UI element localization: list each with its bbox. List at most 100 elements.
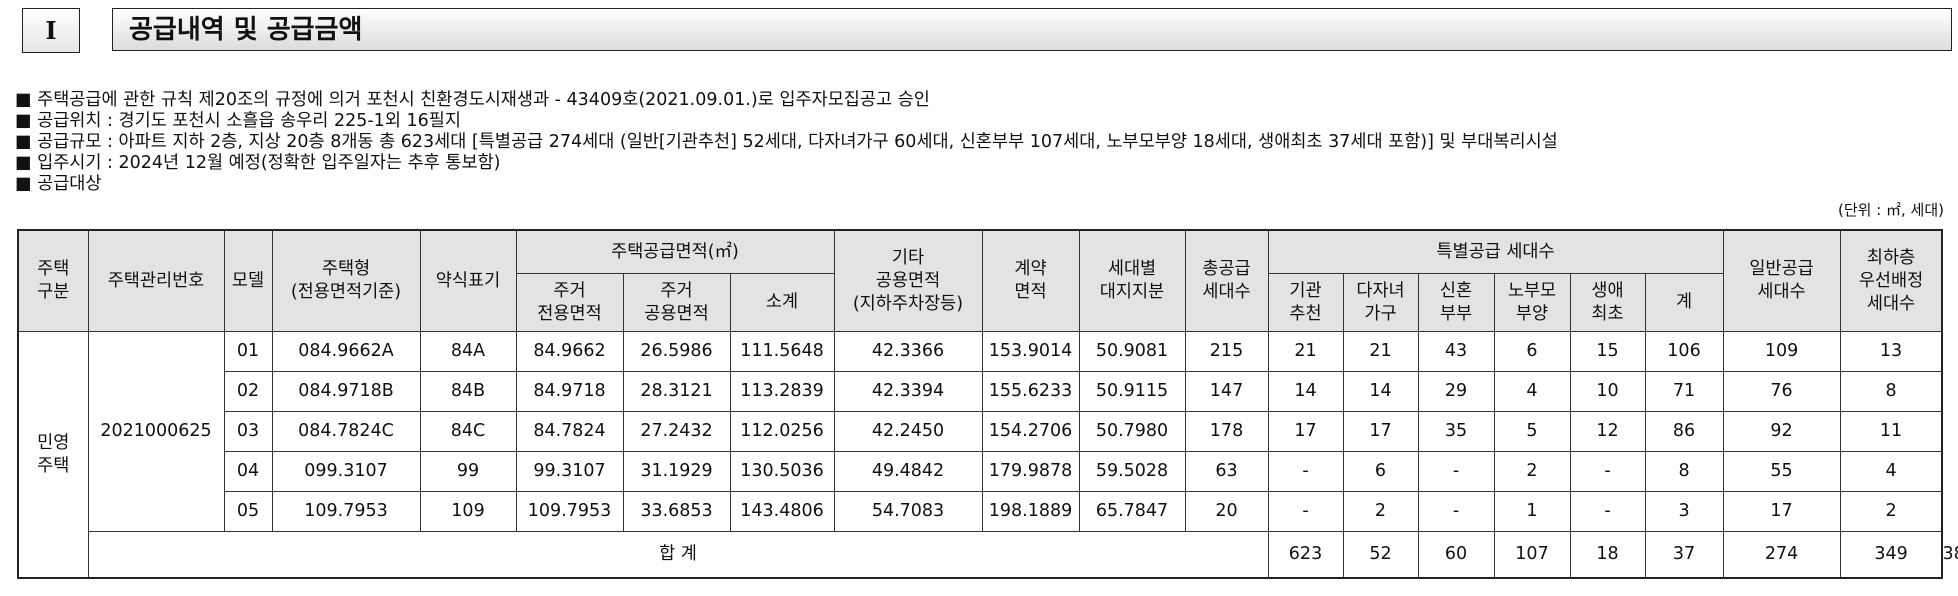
- table-cell: 084.7824C: [271, 411, 421, 452]
- table-cell: 27.2432: [622, 411, 731, 452]
- note-target: ■ 공급대상: [15, 174, 102, 194]
- table-cell: 12: [1569, 411, 1646, 452]
- header-short-label: 약식표기: [419, 229, 517, 332]
- table-row: 민영 주택 2021000625 01 084.9662A 84A 84.9662 26.5…: [17, 331, 1943, 579]
- table-cell: -: [1267, 491, 1344, 532]
- table-cell: 26.5986: [622, 331, 731, 372]
- table-cell: 1: [1493, 491, 1571, 532]
- header-land-share: 세대별 대지지분: [1078, 229, 1186, 332]
- total-cell: 60: [1417, 531, 1495, 579]
- table-cell: 4: [1493, 371, 1571, 412]
- header-common-area: 주거 공용면적: [622, 273, 731, 332]
- table-cell: -: [1417, 491, 1495, 532]
- table-cell: 55: [1722, 451, 1841, 492]
- table-cell: 130.5036: [729, 451, 835, 492]
- header-supply-area-group: 주택공급면적(㎡): [515, 229, 835, 274]
- table-cell: 143.4806: [729, 491, 835, 532]
- table-cell: 8: [1644, 451, 1724, 492]
- table-cell: 84.7824: [515, 411, 624, 452]
- table-cell: -: [1267, 451, 1344, 492]
- table-cell: 113.2839: [729, 371, 835, 412]
- table-cell: 99: [419, 451, 517, 492]
- table-cell: 153.9014: [981, 331, 1080, 372]
- table-cell: 54.7083: [833, 491, 983, 532]
- table-cell: 31.1929: [622, 451, 731, 492]
- table-cell: 84B: [419, 371, 517, 412]
- note-scale: ■ 공급규모 : 아파트 지하 2층, 지상 20층 8개동 총 623세대 […: [15, 132, 1558, 152]
- total-cell: 37: [1644, 531, 1724, 579]
- housing-type-cell: 민영 주택: [17, 331, 89, 579]
- table-cell: -: [1417, 451, 1495, 492]
- section-header: I 공급내역 및 공급금액: [22, 8, 1952, 55]
- table-cell: 111.5648: [729, 331, 835, 372]
- table-cell: 92: [1722, 411, 1841, 452]
- header-special-newlywed: 신혼 부부: [1417, 273, 1495, 332]
- table-cell: 17: [1267, 411, 1344, 452]
- table-cell: 02: [223, 371, 273, 412]
- total-cell: 107: [1493, 531, 1571, 579]
- table-cell: 178: [1184, 411, 1269, 452]
- header-total-supply: 총공급 세대수: [1184, 229, 1269, 332]
- table-cell: 2: [1342, 491, 1419, 532]
- table-cell: 112.0256: [729, 411, 835, 452]
- table-cell: 5: [1493, 411, 1571, 452]
- table-cell: 2: [1493, 451, 1571, 492]
- total-row: 합 계 623 52 60 107 18 37 274 349 38: [18, 531, 1958, 579]
- table-cell: 42.3366: [833, 331, 983, 372]
- table-cell: 50.7980: [1078, 411, 1186, 452]
- table-cell: 147: [1184, 371, 1269, 412]
- header-special-multichild: 다자녀 가구: [1342, 273, 1419, 332]
- header-house-type: 주택형 (전용면적기준): [271, 229, 421, 332]
- table-cell: 15: [1569, 331, 1646, 372]
- header-contract-area: 계약 면적: [981, 229, 1080, 332]
- table-cell: 198.1889: [981, 491, 1080, 532]
- table-cell: 179.9878: [981, 451, 1080, 492]
- note-move-in: ■ 입주시기 : 2024년 12월 예정(정확한 입주일자는 추후 통보함): [15, 153, 501, 173]
- management-no-cell: 2021000625: [87, 331, 225, 532]
- table-cell: 109: [1722, 331, 1841, 372]
- table-cell: 42.2450: [833, 411, 983, 452]
- table-cell: 14: [1267, 371, 1344, 412]
- section-title: 공급내역 및 공급금액: [112, 8, 1952, 51]
- table-cell: 28.3121: [622, 371, 731, 412]
- table-cell: 10: [1569, 371, 1646, 412]
- table-cell: 59.5028: [1078, 451, 1186, 492]
- total-cell: 349: [1839, 531, 1943, 579]
- table-cell: 71: [1644, 371, 1724, 412]
- table-cell: 03: [223, 411, 273, 452]
- table-row: 03 084.7824C 84C 84.7824 27.2432 112.0256 42.2…: [18, 411, 1943, 452]
- table-row: 02 084.9718B 84B 84.9718 28.3121 113.2839 42.3…: [18, 371, 1943, 412]
- table-cell: 084.9662A: [271, 331, 421, 372]
- table-cell: 3: [1644, 491, 1724, 532]
- table-cell: 154.2706: [981, 411, 1080, 452]
- table-cell: 109: [419, 491, 517, 532]
- table-cell: 86: [1644, 411, 1724, 452]
- total-cell: 52: [1342, 531, 1419, 579]
- table-cell: 21: [1342, 331, 1419, 372]
- table-row: 05 109.7953 109 109.7953 33.6853 143.4806 54.7…: [18, 491, 1943, 532]
- header-special-group: 특별공급 세대수: [1267, 229, 1724, 274]
- total-cell: 274: [1722, 531, 1841, 579]
- table-cell: 99.3107: [515, 451, 624, 492]
- table-cell: 49.4842: [833, 451, 983, 492]
- table-row: 04 099.3107 99 99.3107 31.1929 130.5036 49.484…: [18, 451, 1943, 492]
- header-lowest-floor: 최하층 우선배정 세대수: [1839, 229, 1943, 332]
- total-cell: 623: [1267, 531, 1344, 579]
- table-cell: 155.6233: [981, 371, 1080, 412]
- header-other-common: 기타 공용면적 (지하주차장등): [833, 229, 983, 332]
- table-cell: 76: [1722, 371, 1841, 412]
- table-cell: 2: [1839, 491, 1943, 532]
- table-cell: 106: [1644, 331, 1724, 372]
- table-cell: 50.9081: [1078, 331, 1186, 372]
- header-special-institution: 기관 추천: [1267, 273, 1344, 332]
- table-cell: 4: [1839, 451, 1943, 492]
- table-cell: 109.7953: [515, 491, 624, 532]
- table-cell: 05: [223, 491, 273, 532]
- table-cell: 21: [1267, 331, 1344, 372]
- note-location: ■ 공급위치 : 경기도 포천시 소흘읍 송우리 225-1외 16필지: [15, 111, 461, 131]
- table-cell: 63: [1184, 451, 1269, 492]
- unit-note: (단위 : ㎡, 세대): [1837, 201, 1944, 219]
- table-cell: 20: [1184, 491, 1269, 532]
- header-general-supply: 일반공급 세대수: [1722, 229, 1841, 332]
- table-cell: 17: [1342, 411, 1419, 452]
